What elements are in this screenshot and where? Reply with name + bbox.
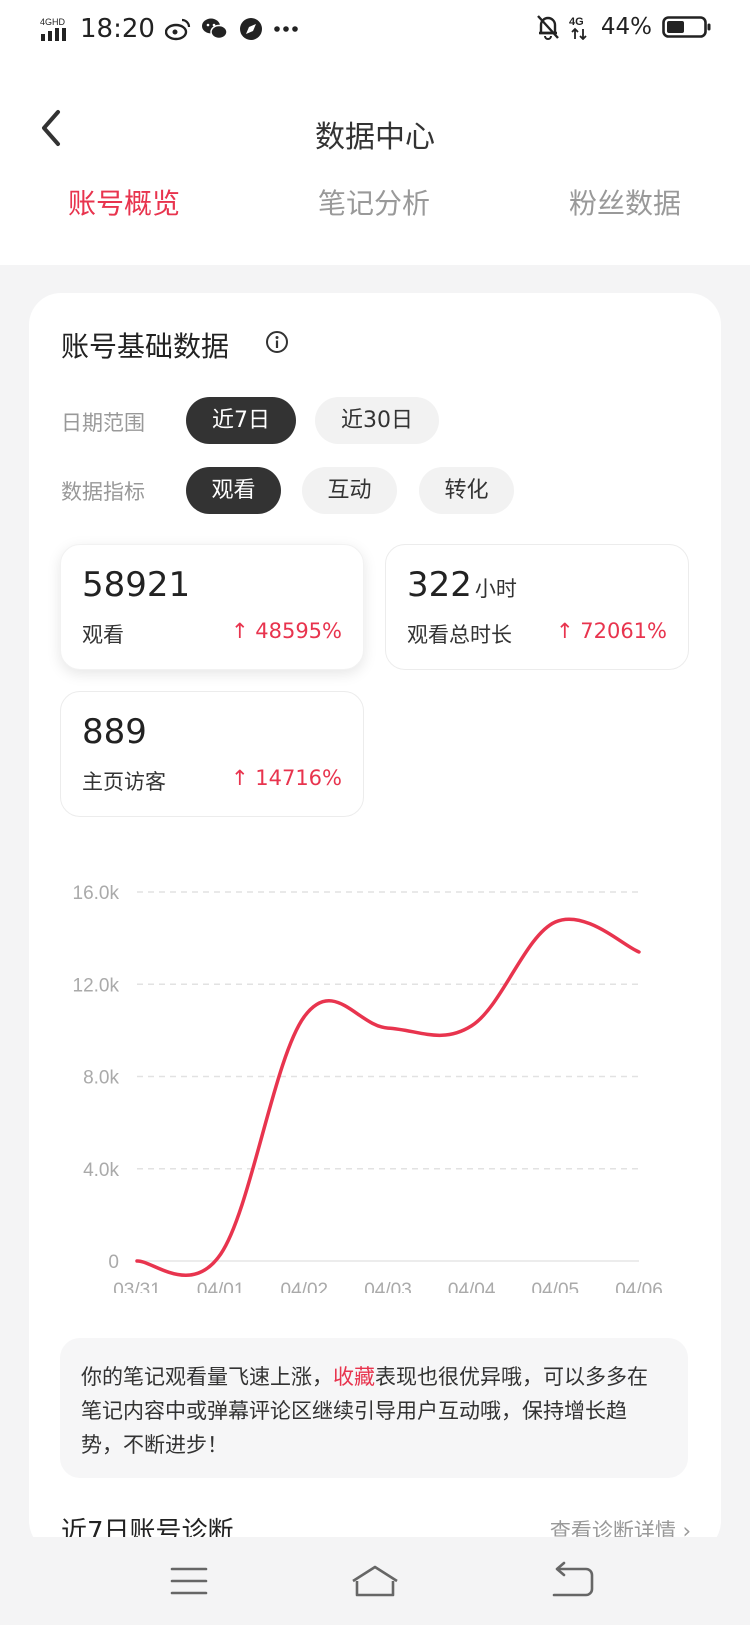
mute-bell-icon bbox=[536, 15, 559, 40]
wechat-icon bbox=[201, 18, 228, 40]
status-time: 18:20 bbox=[80, 14, 155, 44]
system-nav-bar bbox=[0, 1537, 750, 1625]
x-tick-label: 04/05 bbox=[532, 1280, 580, 1293]
status-left: 4GHD 18:20 bbox=[40, 14, 299, 44]
x-tick-label: 03/31 bbox=[113, 1280, 161, 1293]
compass-icon bbox=[239, 18, 262, 40]
x-tick-label: 04/02 bbox=[281, 1280, 329, 1293]
tip-highlight: 收藏 bbox=[333, 1365, 375, 1389]
series-line-views bbox=[135, 917, 641, 1277]
status-right: 4G 44% bbox=[536, 14, 712, 40]
battery-icon bbox=[662, 16, 711, 38]
page-title: 数据中心 bbox=[315, 120, 435, 155]
y-tick-label: 16.0k bbox=[73, 883, 120, 904]
views-line-chart: 0 4.0k 8.0k 12.0k 16.0k 03/31 04/01 04/02 04/03 0… bbox=[73, 883, 663, 1293]
tab-account-overview[interactable]: 账号概览 bbox=[24, 182, 224, 222]
tab-note-analysis[interactable]: 笔记分析 bbox=[274, 182, 474, 222]
svg-text:4G: 4G bbox=[569, 16, 584, 28]
app-header: 数据中心 账号概览 笔记分析 粉丝数据 bbox=[0, 62, 750, 382]
network-type: 4GHD bbox=[40, 17, 66, 27]
weibo-icon bbox=[164, 18, 191, 41]
home-icon[interactable] bbox=[345, 1559, 405, 1603]
x-tick-label: 04/06 bbox=[615, 1280, 663, 1293]
account-data-card: 账号基础数据 日期范围 近7日 近30日 数据指标 观看 互动 转化 58921… bbox=[29, 293, 721, 1553]
y-tick-label: 12.0k bbox=[73, 975, 120, 996]
status-bar: 4GHD 18:20 4G 44% bbox=[0, 0, 750, 62]
y-tick-label: 8.0k bbox=[83, 1068, 119, 1089]
y-tick-label: 0 bbox=[108, 1252, 119, 1273]
x-tick-label: 04/04 bbox=[448, 1280, 496, 1293]
back-icon[interactable] bbox=[542, 1559, 602, 1603]
tip-text: 你的笔记观看量飞速上涨， bbox=[81, 1365, 333, 1389]
4g-signal-icon: 4G bbox=[569, 16, 587, 40]
y-tick-label: 4.0k bbox=[83, 1160, 119, 1181]
tab-bar: 账号概览 笔记分析 粉丝数据 bbox=[0, 182, 750, 382]
signal-icon: 4GHD bbox=[40, 17, 66, 41]
insight-tip: 你的笔记观看量飞速上涨，收藏表现也很优异哦，可以多多在笔记内容中或弹幕评论区继续… bbox=[60, 1338, 688, 1478]
menu-icon[interactable] bbox=[159, 1559, 219, 1603]
battery-percent: 44% bbox=[600, 14, 652, 40]
x-tick-label: 04/01 bbox=[197, 1280, 245, 1293]
more-dots-icon bbox=[274, 26, 298, 32]
x-tick-label: 04/03 bbox=[364, 1280, 412, 1293]
tab-fan-data[interactable]: 粉丝数据 bbox=[525, 182, 725, 222]
